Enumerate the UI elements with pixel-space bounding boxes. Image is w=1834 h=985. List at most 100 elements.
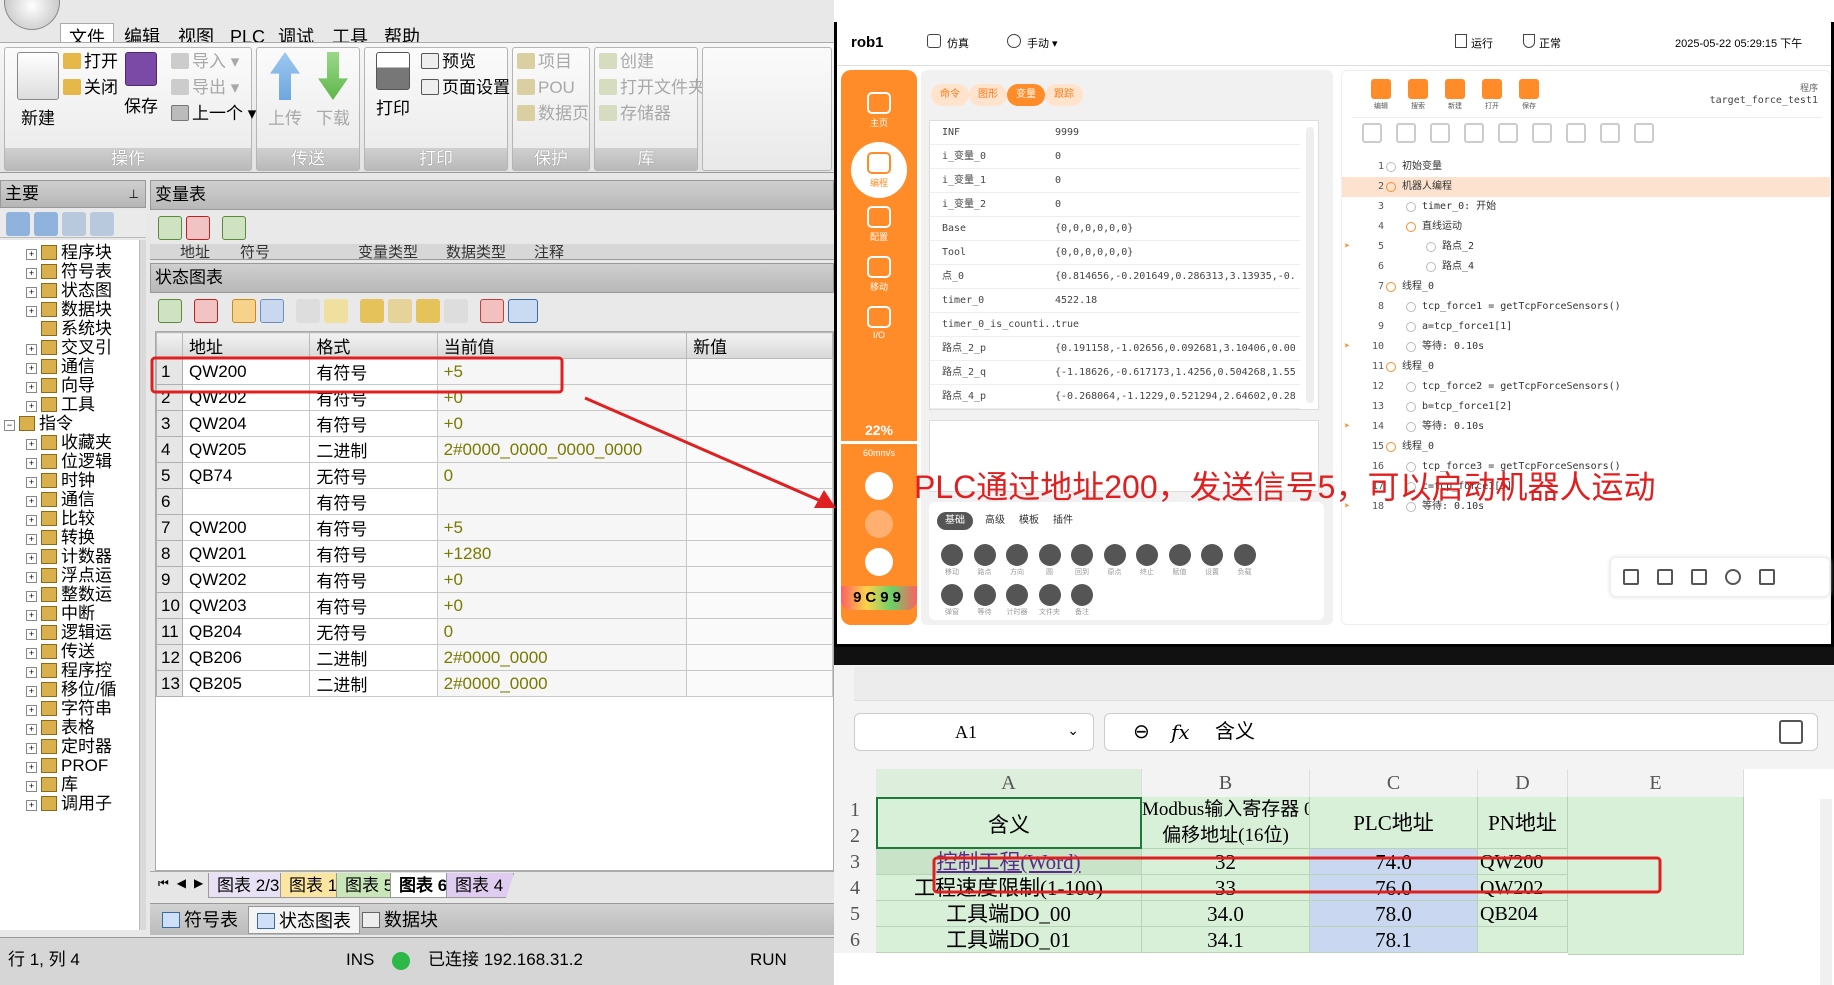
expand-icon[interactable]: + [26,306,37,317]
toolbar-button[interactable]: 打开 [1477,79,1507,111]
expand-icon[interactable]: + [26,534,37,545]
toolbar-button[interactable]: 编辑 [1366,79,1396,111]
new-value-cell[interactable] [686,410,833,437]
expand-icon[interactable]: + [26,667,37,678]
program-line[interactable]: 7 线程_0 [1342,277,1830,297]
view-icon[interactable] [6,212,30,236]
open-folder-button[interactable]: 打开文件夹 [599,76,705,100]
page-setup-button[interactable]: 页面设置 [421,76,510,100]
format-cell[interactable]: 有符号 [309,358,438,385]
expand-icon[interactable]: + [26,268,37,279]
command-button[interactable]: 回到 [1067,544,1097,577]
table-row[interactable]: 8 QW201 有符号 +1280 [156,540,833,567]
column-header-c[interactable]: C [1310,769,1478,797]
address-cell[interactable]: QB205 [181,670,311,697]
previous-button[interactable]: 上一个 ▾ [171,102,256,126]
table-row[interactable]: 2 QW202 有符号 +0 [156,384,833,411]
unforce-icon[interactable] [388,299,412,323]
unforce-all-icon[interactable] [416,299,440,323]
program-line[interactable]: 10 ➤ 等待: 0.10s [1342,337,1830,357]
trash-icon[interactable] [1566,123,1586,143]
export-button[interactable]: 导出 ▾ [171,76,239,100]
new-value-cell[interactable] [686,514,833,541]
command-button[interactable]: 路点 [970,544,1000,577]
cell-b1[interactable]: Modbus输入寄存器 0 偏移地址(16位) [1142,797,1310,849]
program-line[interactable]: 4 直线运动 [1342,217,1830,237]
program-line[interactable]: 1 初始变量 [1342,157,1830,177]
command-button[interactable]: 计时器 [1002,584,1032,617]
tab-commands[interactable]: 命令 [931,84,969,106]
table-row[interactable]: 9 QW202 有符号 +0 [156,566,833,593]
format-cell[interactable]: 有符号 [309,592,438,619]
command-button[interactable]: 文件夹 [1035,584,1065,617]
table-row[interactable]: 7 QW200 有符号 +5 [156,514,833,541]
expand-icon[interactable]: + [26,382,37,393]
variable-row[interactable]: timer_0 4522.18 [930,289,1300,313]
expand-icon[interactable]: + [26,249,37,260]
table-row[interactable]: 12 QB206 二进制 2#0000_0000 [156,644,833,671]
new-value-cell[interactable] [686,436,833,463]
address-cell[interactable]: QB74 [181,462,311,489]
command-button[interactable]: 圆 [1035,544,1065,577]
format-cell[interactable]: 二进制 [309,670,438,697]
column-header-e[interactable]: E [1568,769,1744,797]
data-cell[interactable]: 76.0 [1310,875,1478,901]
format-dropdown-icon[interactable] [508,299,538,323]
address-cell[interactable]: QW203 [181,592,311,619]
program-line[interactable]: 14 ➤ 等待: 0.10s [1342,417,1830,437]
code-view-icon[interactable] [1759,569,1775,585]
new-value-cell[interactable] [686,670,833,697]
program-line[interactable]: 13 b=tcp_force1[2] [1342,397,1830,417]
step-button[interactable] [865,510,893,538]
command-button[interactable]: 终止 [1132,544,1162,577]
mode-dropdown[interactable]: 手动 ▾ [1027,35,1058,51]
select-all-corner[interactable] [834,769,876,797]
program-line[interactable]: 9 a=tcp_force1[1] [1342,317,1830,337]
data-cell[interactable] [1478,927,1568,953]
variable-row[interactable]: i_变量_1 0 [930,169,1300,193]
create-library-button[interactable]: 创建 [599,50,654,74]
table-row[interactable]: 4 QW205 二进制 2#0000_0000_0000_0000 [156,436,833,463]
address-cell[interactable]: QW200 [181,358,311,385]
variable-list-scrollbar[interactable] [1306,127,1314,403]
row-header[interactable]: 2 [834,823,876,849]
column-header-a[interactable]: A [876,769,1142,797]
insert-function-icon[interactable] [1779,720,1803,744]
datapage-protect-button[interactable]: 数据页 [517,102,589,126]
variable-row[interactable]: i_变量_0 0 [930,145,1300,169]
import-button[interactable]: 导入 ▾ [171,50,239,74]
force-lock-icon[interactable] [360,299,384,323]
preview-button[interactable]: 预览 [421,50,476,74]
expand-icon[interactable]: + [26,705,37,716]
address-cell[interactable]: QW202 [181,566,311,593]
variable-row[interactable]: 路点_2_p {0.191158,-1.02656,0.092681,3.1040… [930,337,1300,361]
tab-graphics[interactable]: 图形 [969,84,1007,106]
variable-row[interactable]: 路点_4_p {-0.268064,-1.1229,0.521294,2.6460… [930,385,1300,409]
row-header[interactable]: 1 [834,797,876,823]
symbol-table-tab[interactable]: 符号表 [154,906,246,934]
variable-row[interactable]: i_变量_2 0 [930,193,1300,217]
move-down-icon[interactable] [1430,123,1450,143]
zoom-icon[interactable]: ⊖ [1133,714,1150,750]
new-value-cell[interactable] [686,488,833,515]
data-cell[interactable]: 34.1 [1142,927,1310,953]
data-cell[interactable]: 控制工程(Word) [876,849,1142,875]
sidebar-io[interactable]: I/O [855,306,903,340]
redo-icon[interactable] [1634,123,1654,143]
column-header-b[interactable]: B [1142,769,1310,797]
expand-icon[interactable]: + [26,610,37,621]
program-line[interactable]: 6 路点_4 [1342,257,1830,277]
paste-icon[interactable] [1532,123,1552,143]
trend-chart-icon[interactable] [480,299,504,323]
storage-button[interactable]: 存储器 [599,102,671,126]
format-cell[interactable]: 有符号 [309,540,438,567]
pin-icon[interactable]: ⊥ [129,181,139,207]
data-cell[interactable]: 工具端DO_00 [876,901,1142,927]
expand-icon[interactable]: + [26,724,37,735]
sidebar-config[interactable]: 配置 [855,206,903,243]
row-header[interactable]: 3 [834,849,876,875]
expand-icon[interactable]: + [26,401,37,412]
new-value-cell[interactable] [686,384,833,411]
page-icon[interactable] [90,212,114,236]
print-button[interactable]: 打印 [371,52,415,119]
